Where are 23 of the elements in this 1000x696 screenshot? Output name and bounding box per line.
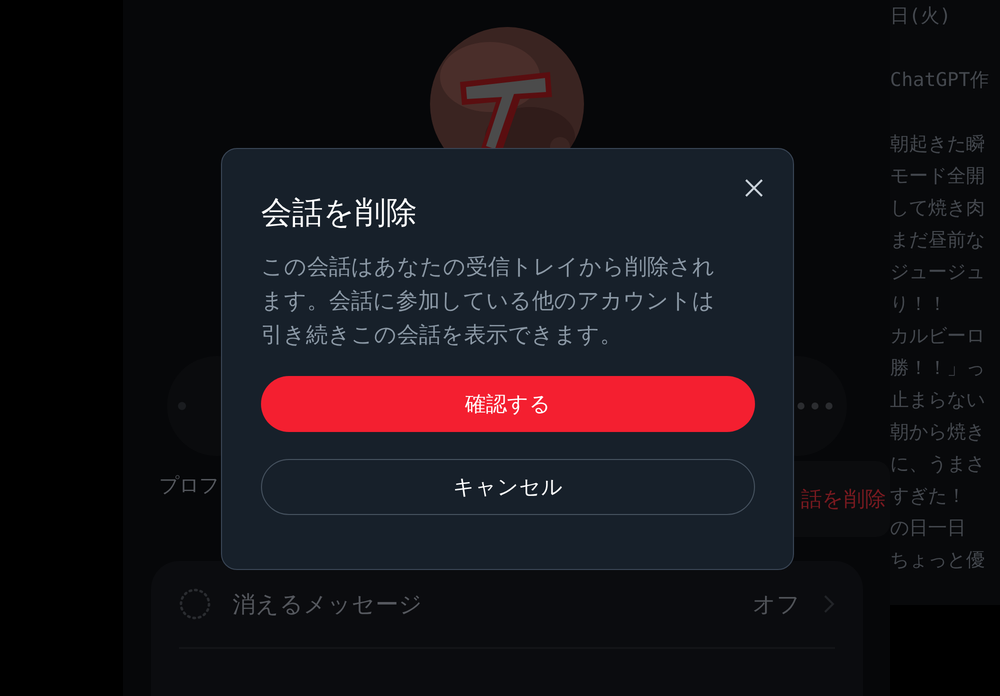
settings-value: オフ bbox=[752, 590, 800, 620]
profile-label: プロフ bbox=[159, 472, 219, 499]
panel-text-line: モード全開 bbox=[890, 164, 986, 189]
panel-text-line: して焼き肉 bbox=[890, 196, 986, 221]
dialog-message: この会話はあなたの受信トレイから削除されます。会話に参加している他のアカウントは引き続きこの会話を表示できます。 bbox=[261, 254, 716, 350]
confirm-button[interactable]: 確認する bbox=[261, 376, 755, 432]
panel-text-line: まだ昼前な bbox=[890, 228, 986, 253]
panel-text-line: の日一日 bbox=[890, 516, 967, 541]
panel-text-line: すぎた！ bbox=[890, 484, 967, 509]
panel-text-line: 勝！！」っ bbox=[890, 356, 986, 381]
panel-text-line: ジュージュ bbox=[890, 260, 986, 285]
panel-text-line: カルビーロ bbox=[890, 324, 986, 349]
cancel-button[interactable]: キャンセル bbox=[261, 459, 755, 515]
panel-text-line: に、うまさ bbox=[890, 452, 986, 477]
panel-text-line: ちょっと優 bbox=[890, 548, 986, 573]
panel-text-line: ChatGPT作 bbox=[890, 68, 990, 93]
panel-text-line: り！！ bbox=[890, 292, 948, 317]
panel-text-line: 朝から焼き bbox=[890, 420, 986, 445]
dialog-title: 会話を削除 bbox=[261, 194, 418, 233]
panel-text-line: 止まらない bbox=[890, 388, 986, 413]
settings-label: 消えるメッセージ bbox=[232, 590, 424, 620]
panel-text-line: 日(火) bbox=[890, 4, 952, 29]
panel-text-line: 朝起きた瞬 bbox=[890, 132, 986, 157]
